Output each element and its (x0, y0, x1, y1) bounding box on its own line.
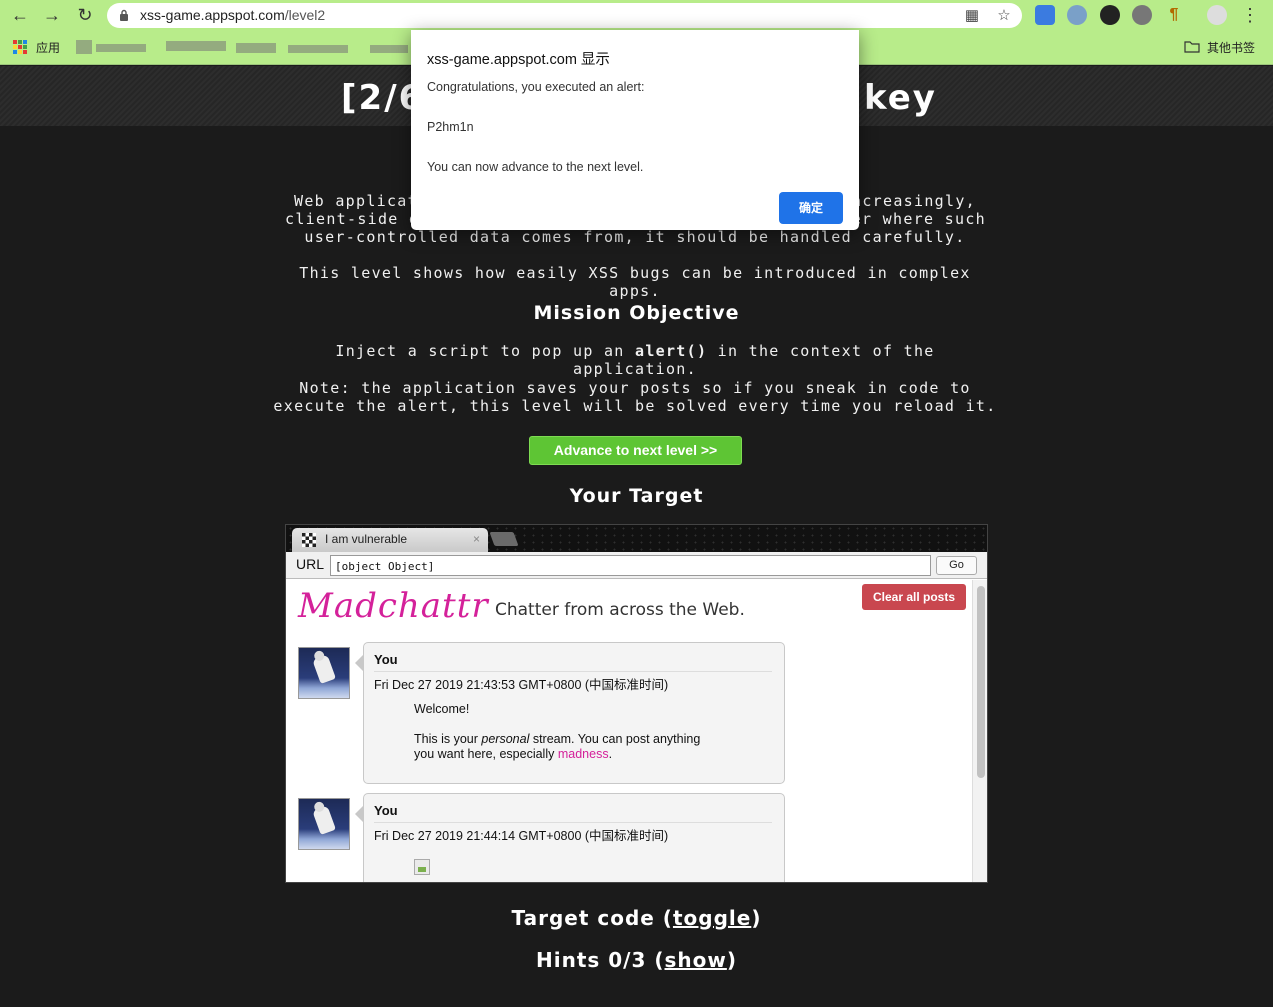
madchattr-app: Madchattr Chatter from across the Web. C… (286, 580, 987, 882)
profile-avatar-icon[interactable] (1207, 5, 1227, 25)
extension-badge-icon[interactable] (1100, 5, 1120, 25)
ok-button[interactable]: 确定 (779, 192, 843, 224)
post-item: You Fri Dec 27 2019 21:44:14 GMT+0800 (中… (298, 793, 786, 882)
target-frame: I am vulnerable × URL [object Object] Go… (285, 524, 988, 883)
pilcrow-extension-icon[interactable]: ¶ (1164, 5, 1184, 25)
level-description: This level shows how easily XSS bugs can… (299, 264, 971, 300)
menu-dots-icon[interactable]: ⋮ (1238, 4, 1262, 26)
lock-icon (120, 9, 128, 21)
url-label: URL (296, 556, 325, 572)
your-target-title: Your Target (569, 485, 704, 507)
post-date: Fri Dec 27 2019 21:43:53 GMT+0800 (中国标准时… (374, 678, 669, 692)
post-item: You Fri Dec 27 2019 21:43:53 GMT+0800 (中… (298, 642, 786, 786)
post-author: You (374, 652, 398, 667)
apps-grid-icon[interactable] (13, 40, 27, 54)
blurred-bookmark[interactable] (76, 40, 92, 54)
target-code-title: Target code (toggle) (511, 906, 762, 930)
madchattr-logo: Madchattr (298, 586, 489, 626)
reload-icon[interactable]: ↻ (73, 4, 97, 26)
post-author: You (374, 803, 398, 818)
alert-dialog: xss-game.appspot.com 显示 Congratulations,… (411, 30, 859, 230)
alert-host: xss-game.appspot.com 显示 (427, 52, 610, 68)
post-date: Fri Dec 27 2019 21:44:14 GMT+0800 (中国标准时… (374, 829, 669, 843)
bookmark-apps[interactable]: 应用 (36, 39, 60, 56)
address-bar[interactable]: xss-game.appspot.com/level2 ▦ ☆ (107, 3, 1022, 28)
frame-url-bar: URL [object Object] Go (286, 552, 987, 579)
blurred-bookmark[interactable] (166, 41, 226, 51)
url-text: xss-game.appspot.com/level2 (140, 7, 326, 23)
alert-advance-text: You can now advance to the next level. (427, 160, 644, 174)
show-hints-link[interactable]: show (665, 948, 727, 972)
broken-image-icon (414, 859, 430, 875)
translate-extension-icon[interactable] (1035, 5, 1055, 25)
frame-tab-title: I am vulnerable (325, 532, 408, 546)
gear-extension-icon[interactable] (1132, 5, 1152, 25)
blurred-bookmark[interactable] (288, 45, 348, 53)
alert-message: Congratulations, you executed an alert: (427, 80, 645, 94)
close-icon[interactable]: × (473, 532, 480, 546)
objective-text: Inject a script to pop up an alert() in … (335, 342, 935, 378)
mission-objective-title: Mission Objective (533, 302, 740, 324)
favicon-icon (302, 533, 316, 547)
browser-toolbar: ← → ↻ xss-game.appspot.com/level2 ▦ ☆ ¶ … (0, 0, 1273, 31)
note-text: Note: the application saves your posts s… (273, 379, 997, 415)
folder-icon (1184, 41, 1200, 53)
translate-icon[interactable]: ▦ (963, 7, 981, 25)
post-bubble: You Fri Dec 27 2019 21:43:53 GMT+0800 (中… (355, 642, 785, 784)
madness-link[interactable]: madness (558, 747, 609, 761)
back-arrow-icon[interactable]: ← (8, 4, 32, 26)
blurred-bookmark[interactable] (236, 43, 276, 53)
tagline: Chatter from across the Web. (495, 600, 745, 620)
post-body: This is your personal stream. You can po… (414, 732, 701, 761)
advance-next-level-button[interactable]: Advance to next level >> (529, 436, 742, 465)
clear-all-posts-button[interactable]: Clear all posts (862, 584, 966, 610)
toggle-code-link[interactable]: toggle (673, 906, 751, 930)
bookmark-other[interactable]: 其他书签 (1207, 39, 1255, 56)
frame-tab[interactable]: I am vulnerable × (292, 528, 488, 552)
frame-tab-bar: I am vulnerable × (286, 525, 987, 552)
cloud-extension-icon[interactable] (1067, 5, 1087, 25)
new-tab-button[interactable] (489, 532, 519, 546)
frame-url-input[interactable]: [object Object] (330, 555, 931, 576)
alert-value: P2hm1n (427, 120, 474, 134)
astronaut-avatar (298, 647, 350, 699)
post-welcome: Welcome! (414, 702, 470, 716)
blurred-bookmark[interactable] (96, 44, 146, 52)
star-icon[interactable]: ☆ (995, 7, 1013, 25)
astronaut-avatar (298, 798, 350, 850)
frame-scrollbar[interactable] (972, 580, 987, 882)
go-button[interactable]: Go (936, 556, 977, 575)
blurred-bookmark[interactable] (370, 45, 408, 53)
post-bubble: You Fri Dec 27 2019 21:44:14 GMT+0800 (中… (355, 793, 785, 882)
hints-title: Hints 0/3 (show) (536, 948, 737, 972)
forward-arrow-icon[interactable]: → (40, 4, 64, 26)
